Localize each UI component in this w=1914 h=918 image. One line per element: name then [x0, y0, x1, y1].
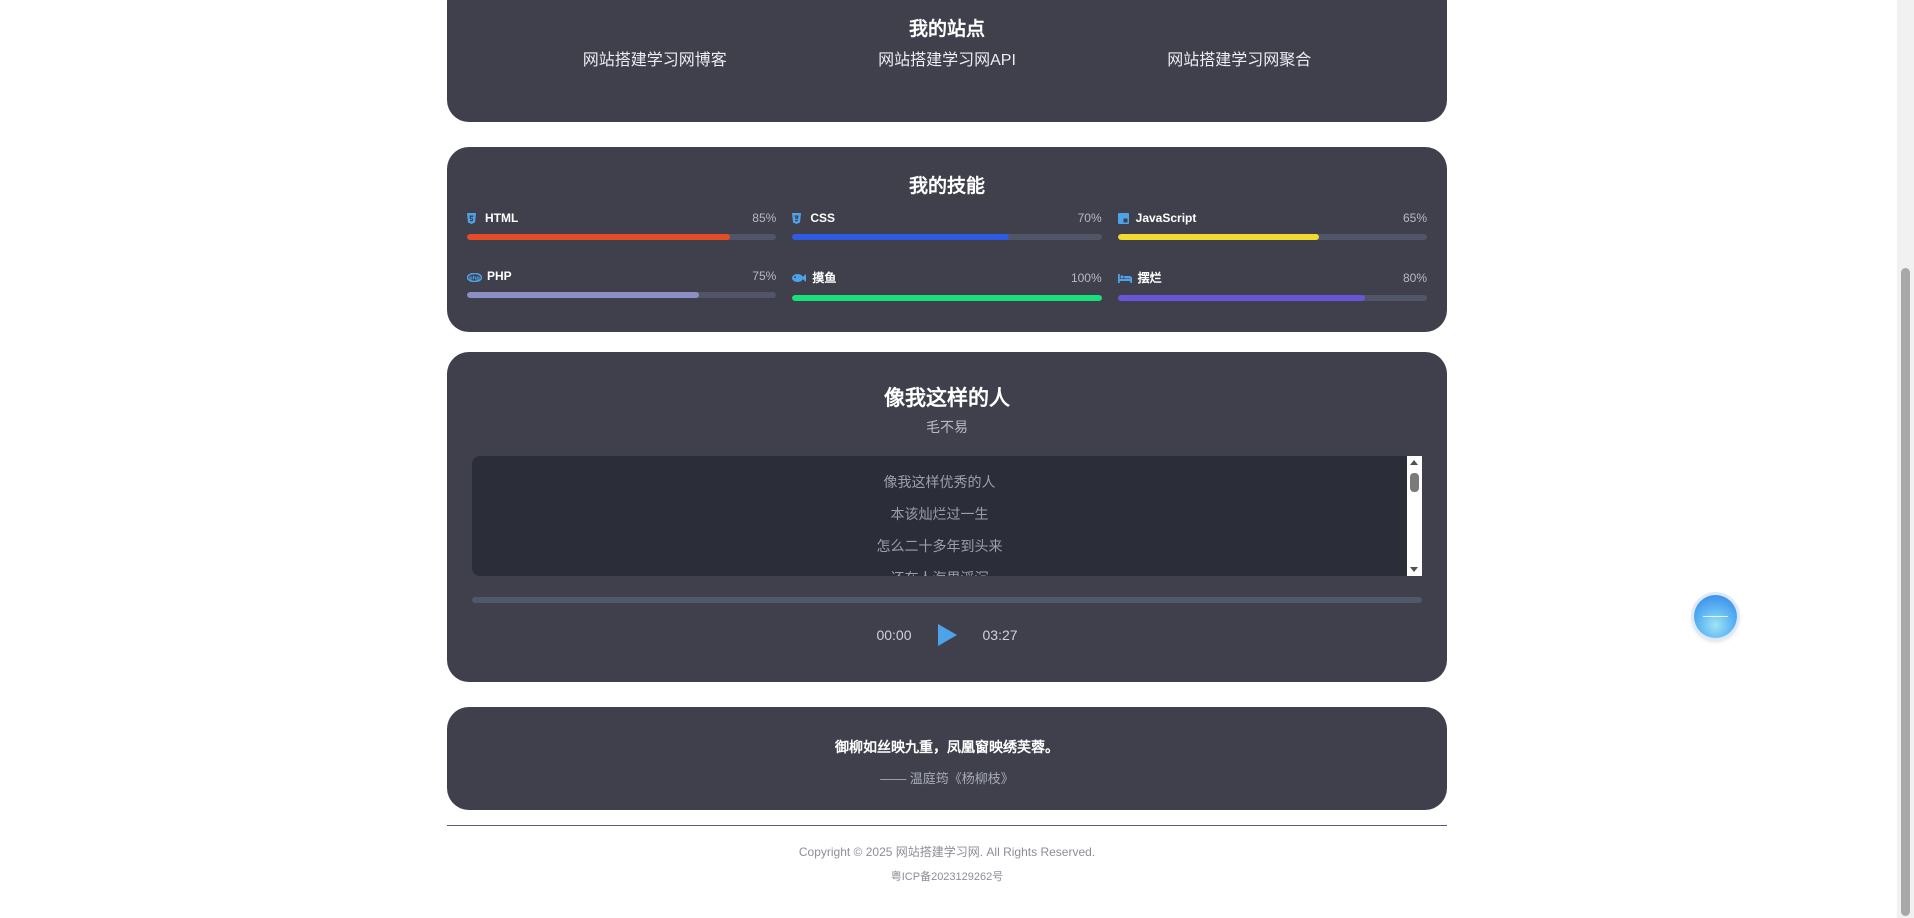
lyrics-panel[interactable]: 像我这样优秀的人 本该灿烂过一生 怎么二十多年到头来 还在人海里浮沉 — [472, 456, 1407, 576]
lyric-line: 像我这样优秀的人 — [883, 474, 996, 490]
skill-bar-fill — [467, 234, 730, 240]
skill-name: CSS — [810, 211, 836, 225]
skill-bar-track — [792, 295, 1102, 301]
skill-php: php PHP 75% — [466, 269, 777, 301]
skill-bar-fill — [1117, 234, 1319, 240]
skill-percent: 70% — [1077, 211, 1102, 225]
php-icon: php — [466, 271, 483, 282]
skill-bar-track — [792, 234, 1102, 240]
scrollbar-thumb[interactable] — [1410, 473, 1419, 492]
footer-divider — [447, 825, 1447, 826]
page-scrollbar[interactable] — [1897, 0, 1914, 918]
skill-slacking: 摆烂 80% — [1117, 269, 1427, 301]
skill-bar-fill — [1117, 295, 1366, 301]
sites-title: 我的站点 — [908, 19, 985, 40]
site-link-blog[interactable]: 网站搭建学习网博客 — [583, 46, 727, 70]
skill-name: 摆烂 — [1137, 271, 1162, 285]
total-time: 03:27 — [982, 627, 1018, 643]
lyric-line: 还在人海里浮沉 — [472, 562, 1407, 576]
skill-fishing: 摸鱼 100% — [792, 269, 1102, 301]
current-time: 00:00 — [876, 627, 912, 643]
skill-name: JavaScript — [1135, 211, 1197, 225]
bed-icon — [1117, 272, 1134, 283]
site-link-aggregate[interactable]: 网站搭建学习网聚合 — [1167, 46, 1311, 70]
quote-source: —— 温庭筠《杨柳枝》 — [880, 771, 1014, 786]
skill-bar-track — [1117, 295, 1427, 301]
skill-percent: 100% — [1070, 270, 1102, 285]
lyric-line: 怎么二十多年到头来 — [876, 538, 1003, 554]
skill-bar-fill — [792, 234, 1009, 240]
svg-text:php: php — [469, 275, 480, 281]
song-title: 像我这样的人 — [884, 387, 1010, 410]
site-links: 网站搭建学习网博客 网站搭建学习网API 网站搭建学习网聚合 — [447, 46, 1447, 70]
playback-progress-bar[interactable] — [472, 597, 1422, 603]
css3-icon — [792, 212, 806, 224]
play-icon[interactable] — [937, 624, 957, 646]
floating-action-button[interactable] — [1694, 595, 1737, 638]
skills-card: 我的技能 HTML 85% CSS 70% JavaScript 65% php… — [447, 147, 1447, 332]
skill-percent: 65% — [1402, 211, 1427, 225]
skill-bar-track — [467, 292, 777, 298]
page-scrollbar-thumb[interactable] — [1901, 268, 1910, 916]
lyrics-scrollbar[interactable] — [1407, 456, 1422, 576]
skill-bar-fill — [467, 292, 699, 298]
skills-grid: HTML 85% CSS 70% JavaScript 65% php PHP … — [466, 211, 1427, 301]
javascript-icon — [1117, 212, 1132, 224]
floating-button-icon — [1703, 616, 1728, 617]
html5-icon — [467, 212, 481, 224]
icp-number[interactable]: 粤ICP备2023129262号 — [447, 868, 1447, 884]
sites-card: 我的站点 网站搭建学习网博客 网站搭建学习网API 网站搭建学习网聚合 — [447, 0, 1447, 122]
skill-name: 摸鱼 — [812, 271, 837, 285]
skill-bar-fill — [792, 295, 1102, 301]
skill-percent: 75% — [752, 269, 777, 283]
scroll-down-arrow-icon[interactable] — [1410, 567, 1418, 572]
skill-javascript: JavaScript 65% — [1117, 211, 1427, 240]
skill-bar-track — [1117, 234, 1427, 240]
player-controls: 00:00 03:27 — [447, 624, 1447, 646]
skill-percent: 85% — [752, 211, 777, 225]
quote-text: 御柳如丝映九重，凤凰窗映绣芙蓉。 — [835, 739, 1059, 755]
quote-card: 御柳如丝映九重，凤凰窗映绣芙蓉。 —— 温庭筠《杨柳枝》 — [447, 707, 1447, 810]
scroll-up-arrow-icon[interactable] — [1410, 460, 1418, 465]
page: 我的站点 网站搭建学习网博客 网站搭建学习网API 网站搭建学习网聚合 我的技能… — [0, 0, 1914, 918]
skill-percent: 80% — [1402, 270, 1427, 285]
lyric-line: 本该灿烂过一生 — [890, 506, 989, 522]
site-link-api[interactable]: 网站搭建学习网API — [878, 46, 1016, 70]
copyright-text: Copyright © 2025 网站搭建学习网. All Rights Res… — [798, 845, 1096, 859]
music-player-card: 像我这样的人 毛不易 像我这样优秀的人 本该灿烂过一生 怎么二十多年到头来 还在… — [447, 352, 1447, 682]
skill-name: HTML — [485, 211, 519, 225]
skill-bar-track — [467, 234, 777, 240]
song-artist: 毛不易 — [926, 419, 968, 435]
skill-html: HTML 85% — [467, 211, 777, 240]
skill-name: PHP — [487, 269, 512, 283]
fish-icon — [792, 272, 808, 283]
skills-title: 我的技能 — [908, 176, 985, 197]
skill-css: CSS 70% — [792, 211, 1102, 240]
